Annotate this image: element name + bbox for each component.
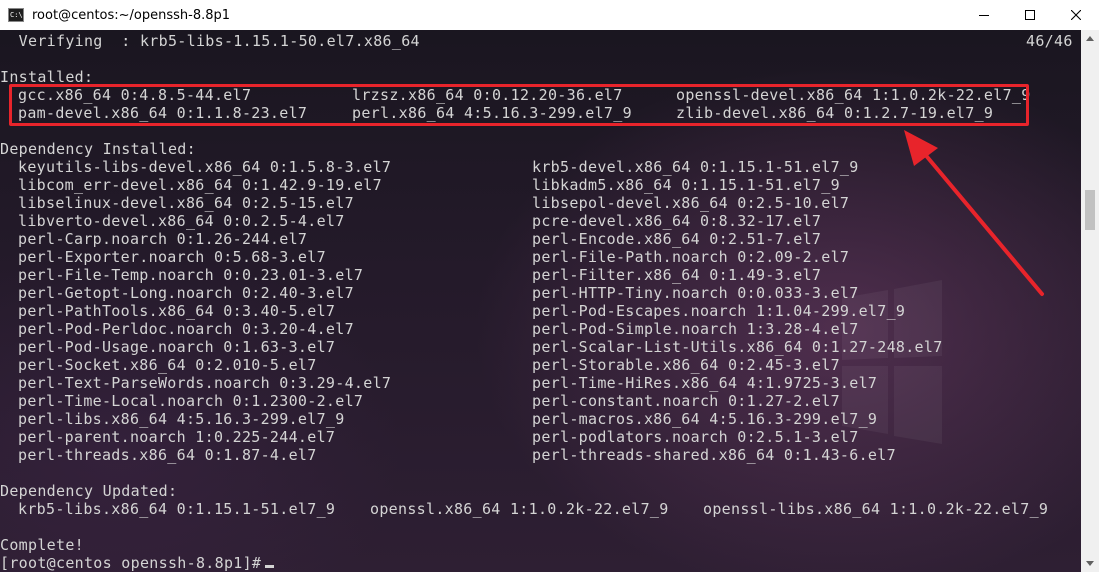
scrollbar-thumb[interactable] — [1085, 190, 1095, 230]
maximize-button[interactable] — [1007, 0, 1053, 30]
window-controls — [961, 0, 1099, 30]
terminal-output[interactable]: Verifying : krb5-libs-1.15.1-50.el7.x86_… — [0, 30, 1081, 572]
maximize-icon — [1025, 10, 1035, 20]
chevron-up-icon — [1086, 36, 1094, 41]
annotation-arrow — [904, 130, 1044, 296]
minimize-icon — [979, 15, 989, 16]
title-bar[interactable]: C:\ root@centos:~/openssh-8.8p1 — [0, 0, 1099, 30]
scroll-up-button[interactable] — [1081, 30, 1099, 47]
console-app-icon[interactable]: C:\ — [8, 8, 24, 22]
close-button[interactable] — [1053, 0, 1099, 30]
close-icon — [1071, 10, 1081, 20]
window-title: root@centos:~/openssh-8.8p1 — [32, 7, 231, 23]
vertical-scrollbar[interactable] — [1081, 30, 1099, 572]
minimize-button[interactable] — [961, 0, 1007, 30]
scroll-down-button[interactable] — [1081, 555, 1099, 572]
chevron-down-icon — [1086, 561, 1094, 566]
terminal-window: C:\ root@centos:~/openssh-8.8p1 Verifyin… — [0, 0, 1099, 572]
